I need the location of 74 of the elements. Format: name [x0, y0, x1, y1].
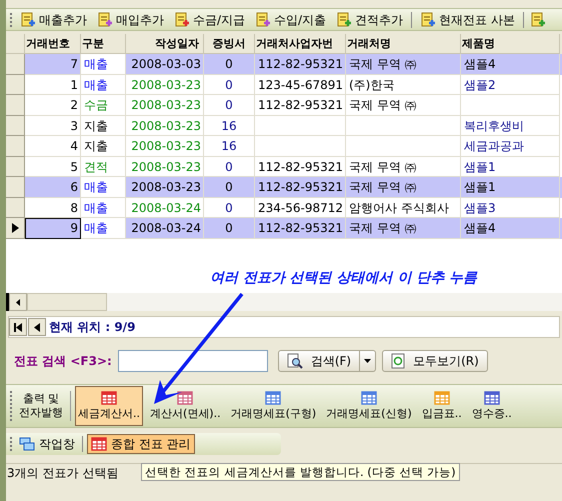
print-button[interactable]: 거래명세표(신형): [323, 386, 415, 426]
table-cell: 9: [25, 218, 81, 238]
record-position: 현재 위치 : 9/9: [49, 319, 136, 336]
table-cell: 매출: [81, 54, 126, 74]
toolbar-button[interactable]: 수금/지급: [172, 10, 248, 28]
table-cell: 지출: [81, 116, 126, 136]
print-button[interactable]: 세금계산서..: [75, 386, 143, 426]
table-row[interactable]: 6 매출 2008-03-23 0 112-82-95321 국제 무역 ㈜ 샘플1: [6, 177, 562, 198]
print-button[interactable]: 영수증..: [468, 386, 515, 426]
table-row[interactable]: 7 매출 2008-03-03 0 112-82-95321 국제 무역 ㈜ 샘플4: [6, 54, 562, 74]
table-row[interactable]: 3 지출 2008-03-23 16 복리후생비: [6, 116, 562, 136]
form-icon: [434, 390, 450, 406]
left-arrow-icon: [16, 298, 20, 306]
horizontal-scrollbar[interactable]: [6, 293, 562, 311]
form-icon: [360, 390, 377, 406]
toolbar-button[interactable]: 매입추가: [95, 10, 166, 28]
table-cell: 샘플4: [461, 218, 560, 238]
print-button[interactable]: 입금표..: [418, 386, 465, 426]
table-cell: 2008-03-24: [126, 218, 204, 238]
print-button[interactable]: 거래명세표(구형): [228, 386, 320, 426]
dropdown-button[interactable]: [360, 350, 376, 372]
form-icon: [101, 390, 117, 406]
tooltip: 선택한 전표의 세금계산서를 발행합니다. (다중 선택 가능): [141, 463, 460, 481]
table-cell: 매출: [81, 218, 126, 238]
form-icon: [484, 390, 500, 406]
toolbar-button[interactable]: 매출추가: [18, 10, 89, 28]
windows-icon: [19, 437, 35, 451]
row-indicator[interactable]: [6, 218, 25, 238]
table-icon: [91, 436, 107, 452]
first-icon: [14, 322, 22, 332]
search-label: 전표 검색 <F3>:: [14, 353, 112, 370]
search-button[interactable]: 검색(F): [278, 350, 360, 372]
search-field[interactable]: [118, 350, 268, 372]
previous-record-button[interactable]: [28, 318, 46, 336]
annotation-text: 여러 전표가 선택된 상태에서 이 단추 누름: [210, 269, 478, 288]
first-record-button[interactable]: [9, 318, 27, 336]
toolbar-button[interactable]: 견적추가: [334, 10, 406, 28]
table-cell: 0: [204, 218, 255, 238]
form-icon: [265, 390, 282, 406]
table-cell: 매출: [81, 74, 126, 95]
table-cell: 매출: [81, 177, 126, 198]
document-plus-icon: [336, 12, 352, 28]
table-cell: 수금: [81, 95, 126, 116]
document-icon: [530, 12, 546, 28]
document-plus-icon: [420, 12, 436, 28]
current-row-icon: [12, 222, 18, 233]
group-label: 출력 및 전자발행: [18, 392, 64, 420]
table-cell: 지출: [81, 136, 126, 156]
document-plus-icon: [20, 12, 36, 28]
taskbar-button[interactable]: 종합 전표 관리: [87, 434, 195, 454]
table-row[interactable]: 2 수금 2008-03-23 0 112-82-95321 국제 무역 ㈜: [6, 95, 562, 116]
previous-icon: [34, 322, 40, 332]
table-cell: 112-82-95321: [255, 218, 346, 238]
refresh-icon: [391, 353, 406, 369]
scroll-thumb[interactable]: [27, 293, 107, 311]
table-row[interactable]: 5 견적 2008-03-23 0 112-82-95321 국제 무역 ㈜ 샘플1: [6, 156, 562, 177]
search-icon: [286, 353, 303, 369]
form-icon: [177, 390, 194, 406]
document-plus-icon: [255, 12, 272, 28]
table-cell: 견적: [81, 156, 126, 177]
caret-icon: [364, 359, 372, 363]
show-all-button[interactable]: 모두보기(R): [382, 350, 488, 372]
taskbar-button[interactable]: 작업창: [16, 434, 78, 454]
table-row[interactable]: 8 매출 2008-03-24 0 234-56-98712 암행어사 주식회사 샘플3: [6, 198, 562, 218]
table-row[interactable]: 9 매출 2008-03-24 0 112-82-95321 국제 무역 ㈜ 샘플4: [6, 218, 562, 238]
table-cell: 매출: [81, 198, 126, 218]
toolbar-button[interactable]: 수입/지출: [253, 10, 328, 28]
document-plus-icon: [97, 12, 113, 28]
table-row[interactable]: 4 지출 2008-03-23 16 세금과공과: [6, 136, 562, 156]
toolbar-button[interactable]: 현재전표 사본: [418, 10, 517, 28]
table-row[interactable]: 1 매출 2008-03-23 0 123-45-67891 (주)한국 샘플2: [6, 74, 562, 95]
scroll-left-button[interactable]: [9, 293, 27, 311]
table-cell: 국제 무역 ㈜: [346, 218, 461, 238]
document-plus-icon: [174, 12, 190, 28]
